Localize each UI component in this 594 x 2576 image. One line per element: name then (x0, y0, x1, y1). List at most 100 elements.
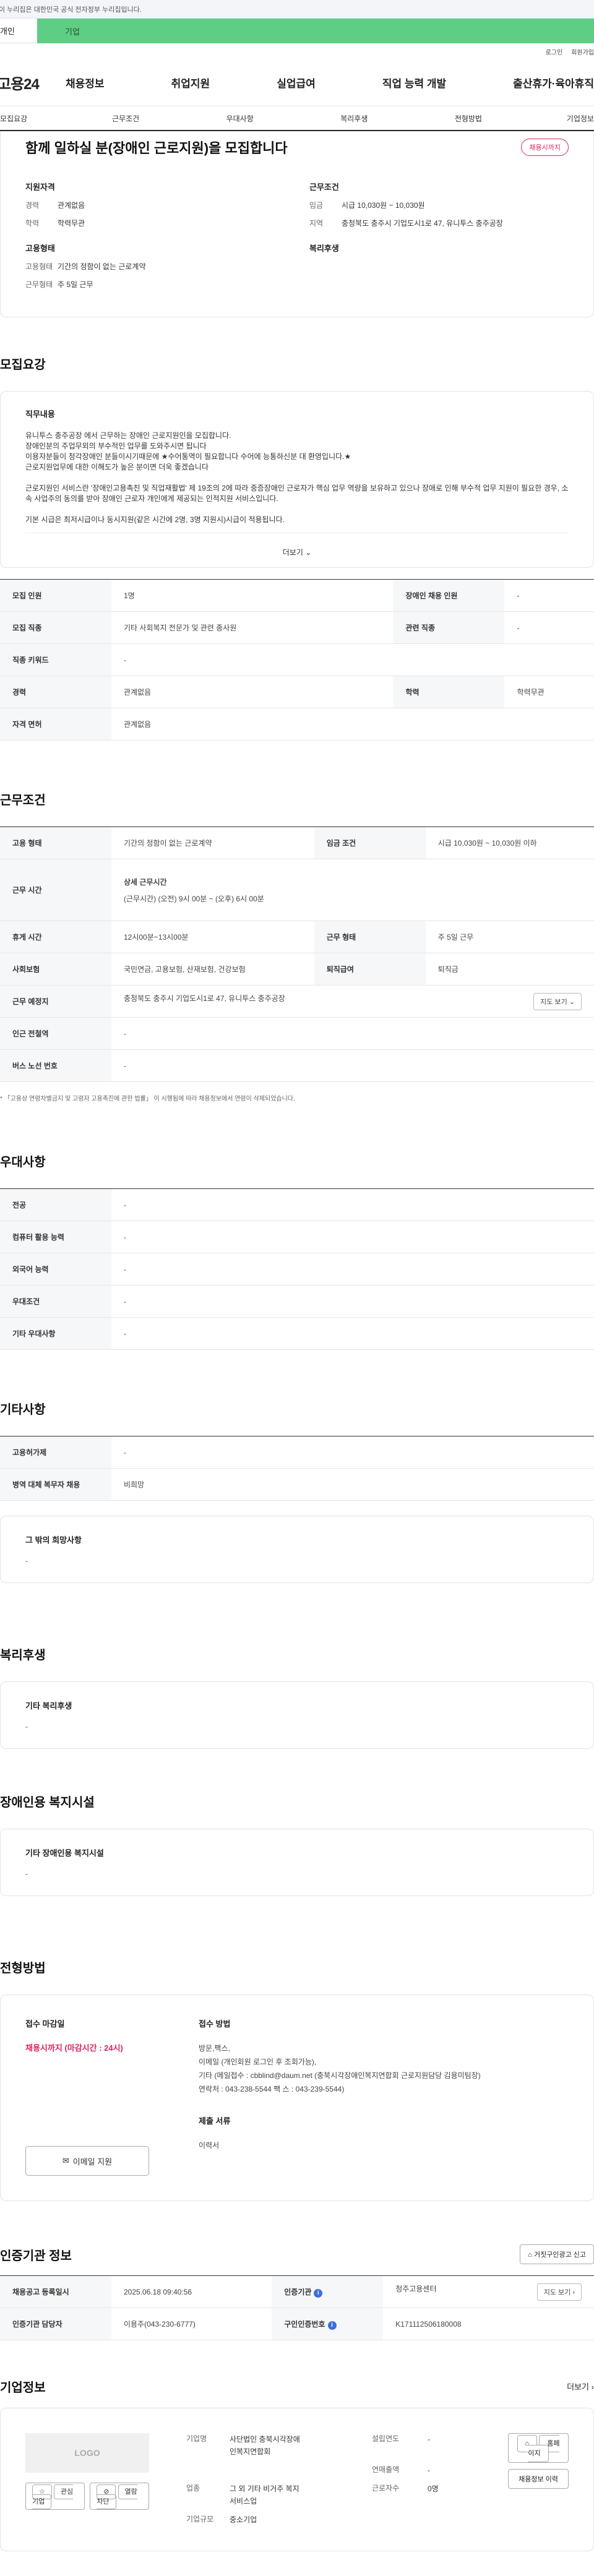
agency-label: 인증기관 (284, 2287, 312, 2296)
table-row: 병역 대체 복무자 채용 비희망 (0, 1468, 594, 1501)
mail-icon: ✉ (62, 2156, 69, 2165)
cell-label: 구인인증번호 i (272, 2308, 384, 2340)
cell-value: 12시00분~13시00분 (111, 921, 314, 953)
welfare-card: 기타 복리후생 - (0, 1681, 594, 1749)
table-row: 경력 관계없음 학력 학력무관 (0, 676, 594, 708)
cell-label: 근무 예정지 (0, 985, 111, 1018)
company-name: 사단법인 충북시각장애인복지연합회 (230, 2435, 300, 2456)
gov-banner: 이 누리집은 대한민국 공식 전자정부 누리집입니다. (0, 0, 594, 19)
cell-value: 청주고용센터 지도 보기 › (383, 2275, 594, 2308)
cell-value: 관계없음 (111, 708, 594, 741)
process-section-title: 전형방법 (0, 1962, 46, 1975)
facility-section-title: 장애인용 복지시설 (0, 1796, 95, 1810)
info-icon[interactable]: i (327, 2321, 337, 2330)
company-employees-label: 근로자수 (372, 2484, 400, 2492)
info-icon[interactable]: i (314, 2288, 323, 2298)
email-apply-button[interactable]: ✉ 이메일 지원 (25, 2146, 149, 2176)
interest-company-button[interactable]: ☆ 관심기업 (25, 2483, 85, 2510)
table-row: 직종 키워드 - (0, 643, 594, 676)
company-sales-label: 연매출액 (372, 2465, 400, 2474)
age-note: * 「고용상 연령차별금지 및 고령자 고용촉진에 관한 법률」 이 시행됨에 … (0, 1096, 295, 1102)
subnav-company[interactable]: 기업정보 (525, 113, 594, 124)
tab-personal[interactable]: 개인 (0, 19, 37, 43)
cell-label: 직종 키워드 (0, 643, 111, 676)
subnav-process[interactable]: 전형방법 (411, 113, 526, 124)
subnav-condition[interactable]: 근무조건 (69, 113, 183, 124)
cell-label: 인증기관 담당자 (0, 2308, 111, 2340)
signup-link[interactable]: 회원가입 (571, 47, 594, 56)
facility-value: - (25, 1870, 28, 1878)
method-text: 방문,팩스, 이메일 (개인회원 로그인 후 조회가능), 기타 (메일접수 :… (199, 2044, 481, 2093)
cell-label: 컴퓨터 활용 능력 (0, 1221, 111, 1253)
docs-title: 제출 서류 (199, 2116, 231, 2126)
gnb-item-leave[interactable]: 출산휴가·육아휴직 (513, 75, 594, 90)
table-row: 채용공고 등록일시 2025.06.18 09:40:56 인증기관 i 청주고용… (0, 2275, 594, 2308)
site-logo[interactable]: 고용24 (0, 72, 66, 93)
desc-more-button[interactable]: 더보기 ⌄ (25, 533, 569, 567)
gnb-item-support[interactable]: 취업지원 (171, 75, 210, 90)
cell-label: 모집 직종 (0, 611, 111, 644)
cell-value: - (111, 1253, 594, 1286)
cell-value: 기간의 정함이 없는 근로계약 (111, 826, 314, 859)
cell-label: 우대조건 (0, 1285, 111, 1318)
map-view-button[interactable]: 지도 보기 ⌄ (533, 992, 582, 1010)
block-view-button[interactable]: ⊘ 열람차단 (90, 2483, 149, 2510)
cell-label: 근무 시간 (0, 859, 111, 921)
recruit-section-title: 모집요강 (0, 358, 46, 372)
table-row: 기타 우대사항 - (0, 1317, 594, 1350)
gnb-item-training[interactable]: 직업 능력 개발 (382, 75, 446, 90)
cell-value: 기타 사회복지 전문가 및 관련 종사원 (111, 611, 394, 644)
job-history-button[interactable]: 채용정보 이력 (508, 2469, 569, 2489)
company-more-label: 더보기 (567, 2382, 590, 2392)
table-row: 외국어 능력 - (0, 1253, 594, 1286)
cell-value: 이용주(043-230-6777) (111, 2308, 272, 2340)
summary-workform: 주 5일 근무 (58, 280, 93, 289)
cell-label: 버스 노선 번호 (0, 1049, 111, 1082)
cell-value: - (111, 1285, 594, 1318)
user-type-tabs: 개인 기업 (0, 19, 594, 43)
subnav-recruit[interactable]: 모집요강 (0, 113, 69, 124)
summary-emptype-label: 고용형태 (25, 262, 53, 271)
subnav-preference[interactable]: 우대사항 (183, 113, 297, 124)
subnav-welfare[interactable]: 복리후생 (297, 113, 411, 124)
summary-region: 충청북도 충주시 기업도시1로 47, 유니투스 충주공장 (342, 219, 503, 228)
hours-text: (근무시간) (오전) 9시 00분 ~ (오후) 6시 00분 (124, 894, 264, 903)
chevron-right-icon: › (572, 2288, 575, 2296)
deadline-badge: 채용시까지 (521, 139, 569, 156)
cell-value: - (111, 1188, 594, 1221)
method-title: 접수 방법 (199, 2019, 231, 2029)
summary-qualification-title: 지원자격 (25, 182, 55, 192)
homepage-button[interactable]: ⌂ 홈페이지 (508, 2433, 569, 2463)
map-view-label: 지도 보기 (540, 998, 567, 1006)
table-row: 인증기관 담당자 이용주(043-230-6777) 구인인증번호 i K1711… (0, 2308, 594, 2340)
agency-map-button[interactable]: 지도 보기 › (536, 2283, 582, 2301)
deadline-title: 접수 마감일 (25, 2019, 65, 2029)
desc-title: 직무내용 (25, 410, 55, 419)
gnb-item-jobs[interactable]: 채용정보 (66, 75, 105, 90)
summary-education: 학력무관 (58, 219, 85, 228)
cell-label: 기타 우대사항 (0, 1317, 111, 1350)
tab-company[interactable]: 기업 (37, 19, 594, 43)
email-apply-label: 이메일 지원 (72, 2157, 113, 2166)
table-row: 인근 전철역 - (0, 1017, 594, 1050)
cell-label: 퇴직급여 (314, 953, 426, 985)
cell-value: - (504, 579, 594, 612)
summary-wage: 시급 10,030원 ~ 10,030원 (342, 201, 425, 210)
summary-condition-title: 근무조건 (309, 182, 339, 192)
preference-section-title: 우대사항 (0, 1156, 46, 1169)
desc-text: 유니투스 충주공장 에서 근무하는 장애인 근로지원인을 모집합니다. 장애인분… (25, 431, 569, 524)
summary-career-label: 경력 (25, 201, 40, 210)
gnb-item-unemployment[interactable]: 실업급여 (277, 75, 316, 90)
job-header: 함께 일하실 분(장애인 근로지원)을 모집합니다 채용시까지 (1, 131, 593, 163)
table-row: 컴퓨터 활용 능력 - (0, 1221, 594, 1253)
cell-value: 충청북도 충주시 기업도시1로 47, 유니투스 충주공장 지도 보기 ⌄ (111, 985, 594, 1018)
cell-value: 비희망 (111, 1468, 594, 1501)
login-link[interactable]: 로그인 (546, 47, 563, 56)
chevron-down-icon: ⌄ (305, 548, 312, 557)
company-more-link[interactable]: 더보기 › (567, 2381, 594, 2392)
cell-label: 전공 (0, 1188, 111, 1221)
table-row: 모집 직종 기타 사회복지 전문가 및 관련 종사원 관련 직종 - (0, 611, 594, 644)
cell-label: 장애인 채용 인원 (393, 579, 505, 612)
company-card: LOGO ☆ 관심기업 ⊘ 열람차단 기업명 사단법인 충북시각장애인복지연합회… (0, 2408, 594, 2551)
report-fake-ad-button[interactable]: ⌂ 거짓구인광고 신고 (520, 2244, 594, 2264)
